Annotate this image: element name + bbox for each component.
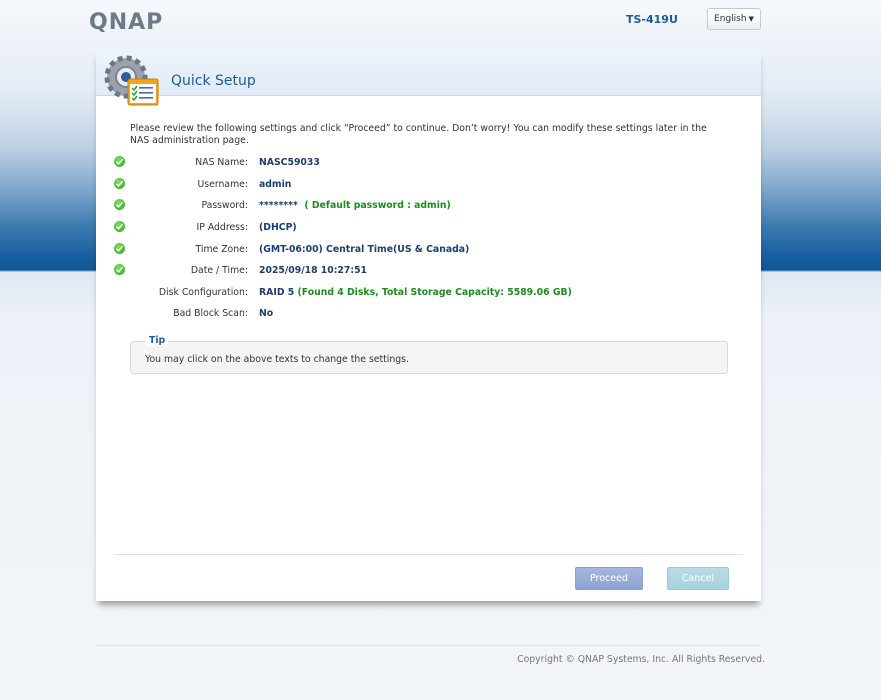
setting-label: Disk Configuration: [158, 287, 248, 298]
qnap-logo: QNAP [89, 10, 163, 32]
setting-row-date-time: Date / Time: 2025/09/18 10:27:51 [96, 264, 761, 280]
setting-row-password: Password: ******** ( Default password : … [96, 199, 761, 215]
footer-divider [96, 645, 761, 646]
setting-row-time-zone: Time Zone: (GMT-06:00) Central Time(US &… [96, 243, 761, 259]
setting-label: Time Zone: [195, 244, 248, 255]
setting-label: Username: [197, 179, 248, 190]
panel-header: Quick Setup [96, 49, 761, 96]
tip-title: Tip [146, 335, 169, 346]
copyright-text: Copyright © QNAP Systems, Inc. All Right… [517, 654, 765, 665]
settings-gear-checklist-icon [104, 55, 159, 106]
setting-row-username: Username: admin [96, 178, 761, 194]
setting-row-ip-address: IP Address: (DHCP) [96, 221, 761, 237]
disk-configuration-value[interactable]: RAID 5 (Found 4 Disks, Total Storage Cap… [259, 287, 572, 298]
bad-block-scan-value[interactable]: No [259, 308, 273, 319]
divider [114, 554, 743, 555]
panel-title: Quick Setup [171, 73, 256, 89]
disk-capacity-note: (Found 4 Disks, Total Storage Capacity: … [297, 287, 572, 298]
proceed-button[interactable]: Proceed [575, 567, 643, 590]
cancel-button[interactable]: Cancel [667, 567, 729, 590]
time-zone-value[interactable]: (GMT-06:00) Central Time(US & Canada) [259, 244, 469, 255]
default-password-note: ( Default password : admin) [304, 200, 451, 211]
svg-text:QNAP: QNAP [89, 10, 163, 32]
language-label: English [714, 14, 747, 24]
setting-label: NAS Name: [195, 157, 248, 168]
date-time-value[interactable]: 2025/09/18 10:27:51 [259, 265, 367, 276]
chevron-down-icon: ▼ [748, 15, 754, 23]
ip-address-value[interactable]: (DHCP) [259, 222, 297, 233]
username-value[interactable]: admin [259, 179, 291, 190]
setting-label: Password: [201, 200, 248, 211]
tip-text: You may click on the above texts to chan… [145, 354, 409, 365]
intro-text: Please review the following settings and… [130, 123, 707, 146]
setting-row-bad-block-scan: Bad Block Scan: No [96, 307, 761, 323]
password-mask: ******** [259, 200, 298, 211]
setting-label: IP Address: [196, 222, 248, 233]
setting-row-disk-configuration: Disk Configuration: RAID 5 (Found 4 Disk… [96, 286, 761, 302]
quick-setup-panel: Quick Setup Please review the following … [96, 49, 761, 601]
password-value[interactable]: ******** ( Default password : admin) [259, 200, 451, 211]
setting-row-nas-name: NAS Name: NASC59033 [96, 156, 761, 172]
setting-label: Date / Time: [190, 265, 248, 276]
language-select[interactable]: English ▼ [707, 8, 761, 30]
nas-name-value[interactable]: NASC59033 [259, 157, 320, 168]
setting-label: Bad Block Scan: [173, 308, 248, 319]
model-name: TS-419U [626, 13, 678, 26]
raid-level: RAID 5 [259, 287, 295, 298]
